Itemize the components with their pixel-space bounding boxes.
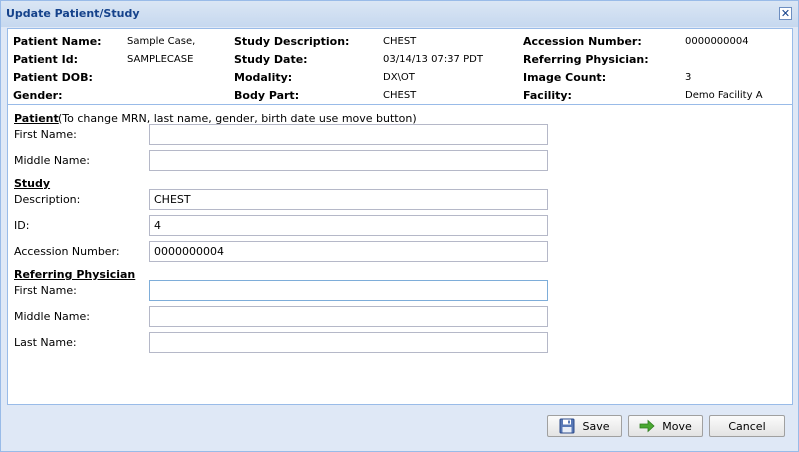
ref-middle-name-input[interactable]	[149, 306, 548, 327]
gender-label: Gender:	[13, 89, 63, 102]
body-part-label: Body Part:	[234, 89, 300, 102]
save-label: Save	[582, 419, 610, 433]
patient-middle-name-label: Middle Name:	[14, 154, 90, 167]
ref-first-name-label: First Name:	[14, 284, 77, 297]
referring-physician-section-heading: Referring Physician	[14, 268, 136, 281]
cancel-label: Cancel	[728, 419, 766, 433]
accession-number-label: Accession Number:	[523, 35, 642, 48]
arrow-right-icon	[639, 418, 655, 434]
study-date-value: 03/14/13 07:37 PDT	[383, 54, 483, 65]
study-date-label: Study Date:	[234, 53, 308, 66]
ref-first-name-input[interactable]	[149, 280, 548, 301]
study-description-value: CHEST	[383, 36, 417, 47]
referring-physician-label: Referring Physician:	[523, 53, 649, 66]
study-section-heading: Study	[14, 177, 51, 190]
patient-name-label: Patient Name:	[13, 35, 102, 48]
image-count-value: 3	[685, 72, 692, 83]
study-id-label: ID:	[14, 219, 30, 232]
title-bar[interactable]: Update Patient/Study ✕	[1, 1, 798, 27]
update-patient-study-dialog: Update Patient/Study ✕ Patient Name: Sam…	[0, 0, 799, 452]
ref-last-name-input[interactable]	[149, 332, 548, 353]
patient-section-heading: Patient	[14, 112, 59, 125]
modality-label: Modality:	[234, 71, 293, 84]
body-part-value: CHEST	[383, 90, 417, 101]
patient-first-name-label: First Name:	[14, 128, 77, 141]
patient-dob-label: Patient DOB:	[13, 71, 93, 84]
move-label: Move	[662, 419, 692, 433]
facility-label: Facility:	[523, 89, 572, 102]
facility-value: Demo Facility A	[685, 90, 763, 101]
accession-number-field-label: Accession Number:	[14, 245, 120, 258]
save-button[interactable]: Save	[547, 415, 622, 437]
patient-id-label: Patient Id:	[13, 53, 78, 66]
study-info-panel: Patient Name: Sample Case, Patient Id: S…	[7, 28, 793, 105]
study-description-field-label: Description:	[14, 193, 81, 206]
patient-name-value: Sample Case,	[127, 36, 196, 47]
cancel-button[interactable]: Cancel	[709, 415, 785, 437]
study-id-input[interactable]	[149, 215, 548, 236]
accession-number-input[interactable]	[149, 241, 548, 262]
modality-value: DX\OT	[383, 72, 415, 83]
ref-last-name-label: Last Name:	[14, 336, 77, 349]
floppy-disk-icon	[559, 418, 575, 434]
move-button[interactable]: Move	[628, 415, 703, 437]
patient-id-value: SAMPLECASE	[127, 54, 194, 65]
dialog-title: Update Patient/Study	[6, 7, 140, 20]
close-icon[interactable]: ✕	[779, 7, 792, 20]
ref-middle-name-label: Middle Name:	[14, 310, 90, 323]
patient-first-name-input[interactable]	[149, 124, 548, 145]
patient-middle-name-input[interactable]	[149, 150, 548, 171]
image-count-label: Image Count:	[523, 71, 607, 84]
accession-number-value: 0000000004	[685, 36, 749, 47]
edit-form: Patient (To change MRN, last name, gende…	[7, 104, 793, 405]
study-description-input[interactable]	[149, 189, 548, 210]
study-description-label: Study Description:	[234, 35, 350, 48]
